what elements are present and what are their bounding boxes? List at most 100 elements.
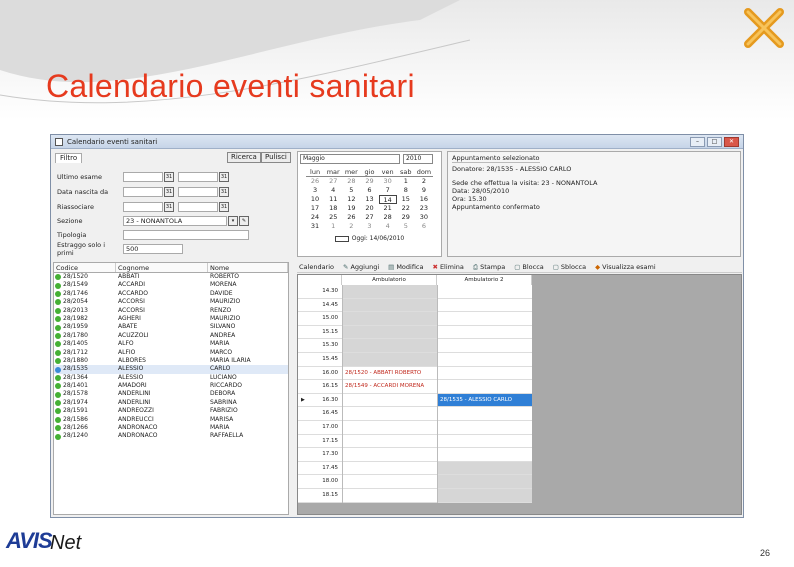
calendar-day[interactable]: 18 [324,204,342,213]
toolbar-blocca[interactable]: ▢ Blocca [514,263,544,271]
empty-slot[interactable] [343,325,437,340]
search-button[interactable]: Ricerca [227,152,261,163]
calendar-day[interactable]: 26 [306,177,324,186]
empty-slot[interactable] [343,312,437,326]
table-row[interactable]: 28/2054 ACCORSI MAURIZIO [54,298,288,306]
empty-slot[interactable] [343,285,437,299]
empty-slot[interactable] [438,407,532,421]
table-row[interactable]: 28/1974 ANDERLINI SABRINA [54,399,288,407]
table-row[interactable]: 28/1959 ABATE SILVANO [54,323,288,331]
calendar-day[interactable]: 15 [397,195,415,204]
calendar-day[interactable]: 26 [342,213,360,222]
appointment-slot[interactable]: 28/1520 - ABBATI ROBERTO [343,366,437,381]
appointment-slot[interactable]: 28/1549 - ACCARDI MORENA [343,380,437,394]
calendar-day[interactable]: 28 [342,177,360,186]
limit-input[interactable]: 500 [123,243,183,254]
calendar-day[interactable]: 14 [378,195,397,204]
clear-button[interactable]: Pulisci [261,152,291,163]
toolbar-sblocca[interactable]: ▢ Sblocca [553,263,586,271]
date-to-input[interactable] [178,186,218,197]
toolbar-elimina[interactable]: ✖ Elimina [432,263,463,271]
calendar-day[interactable]: 29 [360,177,378,186]
calendar-icon[interactable]: 31 [164,201,174,212]
window-titlebar[interactable]: Calendario eventi sanitari – □ ✕ [51,135,743,149]
column-header-nome[interactable]: Nome [208,263,288,272]
table-row[interactable]: 28/1586 ANDREUCCI MARISA [54,416,288,424]
empty-slot[interactable] [438,488,532,503]
calendar-day[interactable]: 16 [415,195,433,204]
column-header-codice[interactable]: Codice [54,263,116,272]
month-select[interactable]: Maggio [300,154,400,164]
maximize-button[interactable]: □ [707,136,722,147]
table-row[interactable]: 28/1240 ANDRONACO RAFFAELLA [54,432,288,440]
empty-slot[interactable] [438,298,532,313]
empty-slot[interactable] [438,285,532,299]
chevron-down-icon[interactable]: ▾ [228,215,238,226]
empty-slot[interactable] [438,312,532,326]
calendar-day[interactable]: 3 [306,186,324,195]
calendar-day[interactable]: 21 [379,204,397,213]
calendar-day[interactable]: 3 [360,222,378,231]
sezione-select[interactable]: 23 - NONANTOLA [123,215,227,226]
calendar-day[interactable]: 22 [397,204,415,213]
calendar-day[interactable]: 17 [306,204,324,213]
tab-filtro[interactable]: Filtro [55,153,83,163]
calendar-day[interactable]: 2 [342,222,360,231]
calendar-day[interactable]: 1 [324,222,342,231]
empty-slot[interactable] [438,475,532,489]
empty-slot[interactable] [438,448,532,462]
calendar-day[interactable]: 10 [306,195,324,204]
empty-slot[interactable] [343,434,437,449]
calendar-day[interactable]: 5 [342,186,360,195]
empty-slot[interactable] [438,325,532,340]
table-row[interactable]: 28/1549 ACCARDI MORENA [54,281,288,289]
date-to-input[interactable] [178,201,218,212]
toolbar-visualizza-esami[interactable]: ◆ Visualizza esami [595,263,656,271]
date-from-input[interactable] [123,201,163,212]
calendar-day[interactable]: 20 [360,204,378,213]
calendar-day[interactable]: 1 [397,177,415,186]
toolbar-aggiungi[interactable]: ✎ Aggiungi [343,263,379,271]
empty-slot[interactable] [343,475,437,489]
empty-slot[interactable] [438,380,532,394]
calendar-day[interactable]: 29 [397,213,415,222]
table-row[interactable]: 28/1880 ALBORES MARIA ILARIA [54,357,288,365]
calendar-day[interactable]: 12 [342,195,360,204]
calendar-day[interactable]: 8 [397,186,415,195]
calendar-day[interactable]: 9 [415,186,433,195]
calendar-icon[interactable]: 31 [164,171,174,182]
calendar-icon[interactable]: 31 [164,186,174,197]
calendar-footer[interactable]: Oggi: 14/06/2010 [298,235,441,242]
calendar-day[interactable]: 2 [415,177,433,186]
calendar-day[interactable]: 4 [324,186,342,195]
table-row[interactable]: 28/1780 ACUZZOLI ANDREA [54,332,288,340]
year-spinner[interactable]: 2010 [403,154,433,164]
empty-slot[interactable] [343,339,437,353]
empty-slot[interactable] [343,298,437,313]
calendar-day[interactable]: 5 [397,222,415,231]
column-header-cognome[interactable]: Cognome [116,263,208,272]
calendar-day[interactable]: 30 [379,177,397,186]
empty-slot[interactable] [343,352,437,367]
empty-slot[interactable] [438,434,532,449]
table-row[interactable]: 28/1712 ALFIO MARCO [54,349,288,357]
calendar-day[interactable]: 19 [342,204,360,213]
empty-slot[interactable] [438,420,532,435]
toolbar-calendario[interactable]: Calendario [299,263,334,271]
table-row[interactable]: 28/1982 AGHERI MAURIZIO [54,315,288,323]
edit-icon[interactable]: ✎ [239,215,249,226]
empty-slot[interactable] [343,393,437,408]
calendar-day[interactable]: 6 [415,222,433,231]
calendar-day[interactable]: 25 [324,213,342,222]
toolbar-stampa[interactable]: ⎙ Stampa [473,263,505,272]
empty-slot[interactable] [343,461,437,476]
appointment-slot[interactable]: 28/1535 - ALESSIO CARLO [438,393,532,408]
table-row[interactable]: 28/1520 ABBATI ROBERTO [54,273,288,281]
table-row[interactable]: 28/1401 AMADORI RICCARDO [54,382,288,390]
calendar-icon[interactable]: 31 [219,201,229,212]
table-row[interactable]: 28/1266 ANDRONACO MARIA [54,424,288,432]
date-from-input[interactable] [123,171,163,182]
calendar-day[interactable]: 6 [360,186,378,195]
empty-slot[interactable] [438,339,532,353]
empty-slot[interactable] [343,488,437,503]
